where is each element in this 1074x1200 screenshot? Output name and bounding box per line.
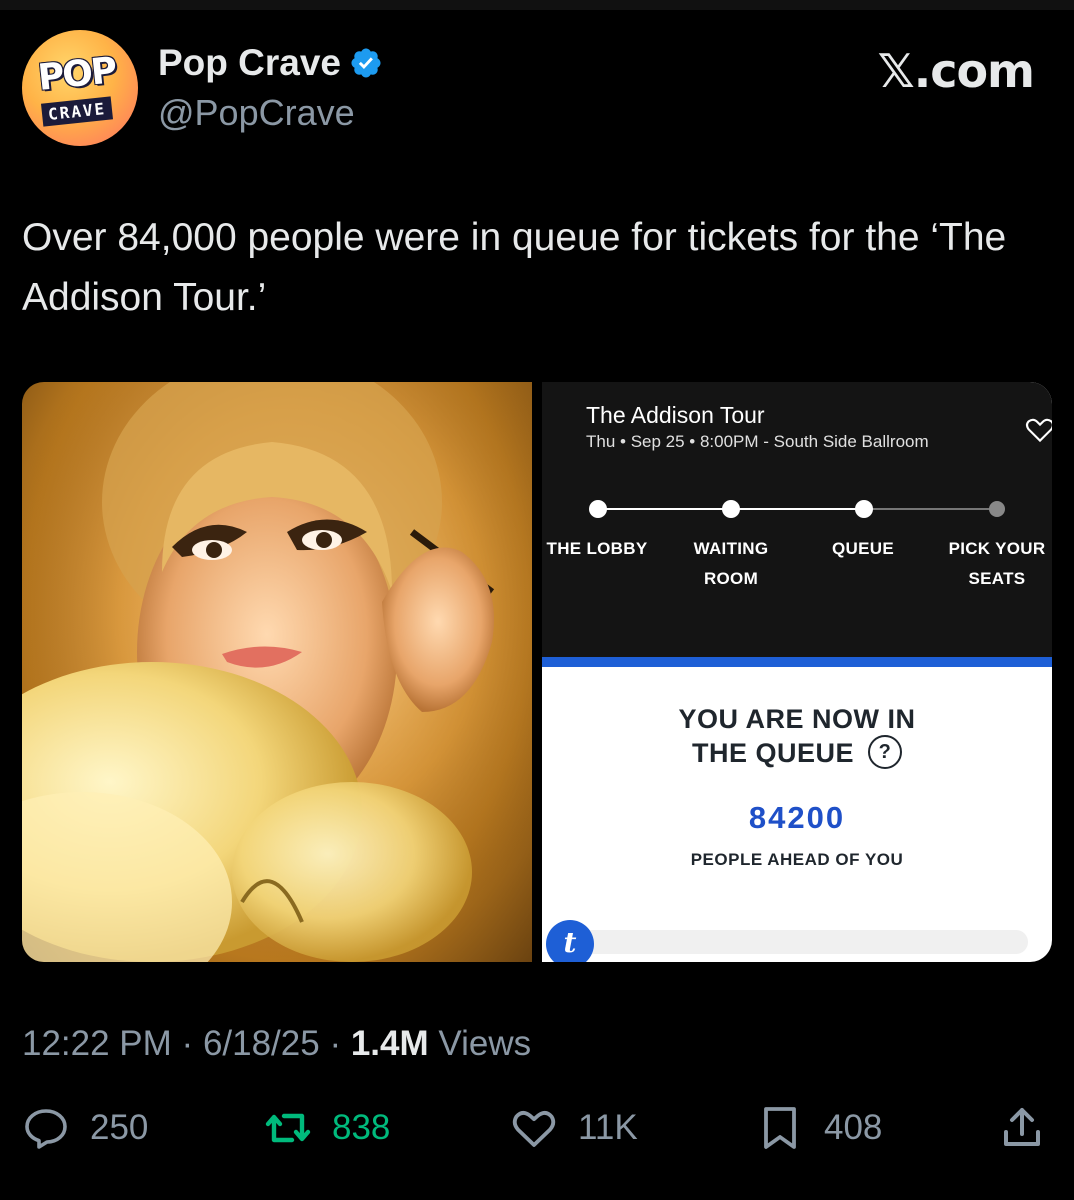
avatar[interactable]: POP CRAVE <box>22 30 138 146</box>
like-button[interactable]: 11K <box>510 1104 638 1152</box>
tweet-meta: 12:22 PM · 6/18/25 · 1.4M Views <box>22 1024 531 1064</box>
step-dot-lobby <box>589 500 607 518</box>
queue-progress-bar <box>568 930 1028 954</box>
step-dot-pick-seats <box>989 501 1005 517</box>
views-label: Views <box>438 1024 532 1063</box>
action-bar: 250 838 11K 408 <box>0 1100 1074 1160</box>
heart-icon <box>512 1110 556 1147</box>
author-name-row[interactable]: Pop Crave <box>158 42 383 84</box>
portrait-illustration <box>22 382 532 962</box>
event-subtitle: Thu • Sep 25 • 8:00PM - South Side Ballr… <box>586 432 929 451</box>
queue-heading-line2-row: THE QUEUE ? <box>542 734 1052 772</box>
ticketmaster-logo-icon: t <box>546 920 594 962</box>
site-watermark: 𝕏.com <box>877 44 1035 98</box>
reply-button[interactable]: 250 <box>22 1104 148 1152</box>
tweet-screenshot: POP CRAVE Pop Crave @PopCrave 𝕏.com Over… <box>0 0 1074 1200</box>
repost-icon <box>265 1113 311 1143</box>
queue-count: 84200 <box>748 800 846 835</box>
tweet-time[interactable]: 12:22 PM <box>22 1024 172 1063</box>
repost-button[interactable]: 838 <box>264 1104 390 1152</box>
media-photo[interactable] <box>22 382 532 962</box>
avatar-logo-bottom: CRAVE <box>40 96 114 127</box>
verified-badge-icon <box>351 48 381 78</box>
meta-separator: · <box>329 1024 351 1063</box>
bookmark-button[interactable]: 408 <box>756 1104 882 1152</box>
display-name[interactable]: Pop Crave <box>158 42 341 84</box>
queue-heading: YOU ARE NOW IN THE QUEUE ? <box>542 702 1052 772</box>
reply-icon <box>25 1109 67 1149</box>
heart-icon[interactable] <box>1024 414 1052 446</box>
avatar-logo-top: POP <box>36 50 118 99</box>
like-count: 11K <box>578 1108 638 1147</box>
share-icon <box>1004 1108 1040 1146</box>
meta-separator: · <box>181 1024 203 1063</box>
progress-line-pending <box>868 508 998 510</box>
step-label-lobby: THE LOBBY <box>546 539 648 558</box>
step-dot-waiting-room <box>722 500 740 518</box>
tweet-text: Over 84,000 people were in queue for tic… <box>22 216 1007 319</box>
queue-heading-line1: YOU ARE NOW IN <box>678 704 916 734</box>
step-dot-queue <box>855 500 873 518</box>
queue-heading-line2: THE QUEUE <box>691 738 854 768</box>
queue-ahead-label: PEOPLE AHEAD OF YOU <box>690 850 904 869</box>
repost-count: 838 <box>332 1108 391 1147</box>
tweet-date[interactable]: 6/18/25 <box>203 1024 320 1063</box>
bookmark-icon <box>764 1107 796 1149</box>
top-bar <box>0 0 1074 10</box>
reply-count: 250 <box>90 1108 149 1147</box>
handle[interactable]: @PopCrave <box>158 92 355 134</box>
event-title: The Addison Tour <box>586 402 765 428</box>
step-label-pick-seats: PICK YOUR SEATS <box>948 539 1046 588</box>
share-button[interactable] <box>998 1104 1066 1152</box>
views-count: 1.4M <box>350 1024 429 1063</box>
bookmark-count: 408 <box>824 1108 883 1147</box>
ticket-accent-bar <box>542 657 1052 667</box>
ticket-header: The Addison Tour Thu • Sep 25 • 8:00PM -… <box>542 382 1052 657</box>
step-label-queue: QUEUE <box>832 539 894 558</box>
step-label-waiting-room: WAITING ROOM <box>693 539 769 588</box>
media-ticket-screenshot[interactable]: The Addison Tour Thu • Sep 25 • 8:00PM -… <box>542 382 1052 962</box>
help-icon[interactable]: ? <box>868 734 903 769</box>
